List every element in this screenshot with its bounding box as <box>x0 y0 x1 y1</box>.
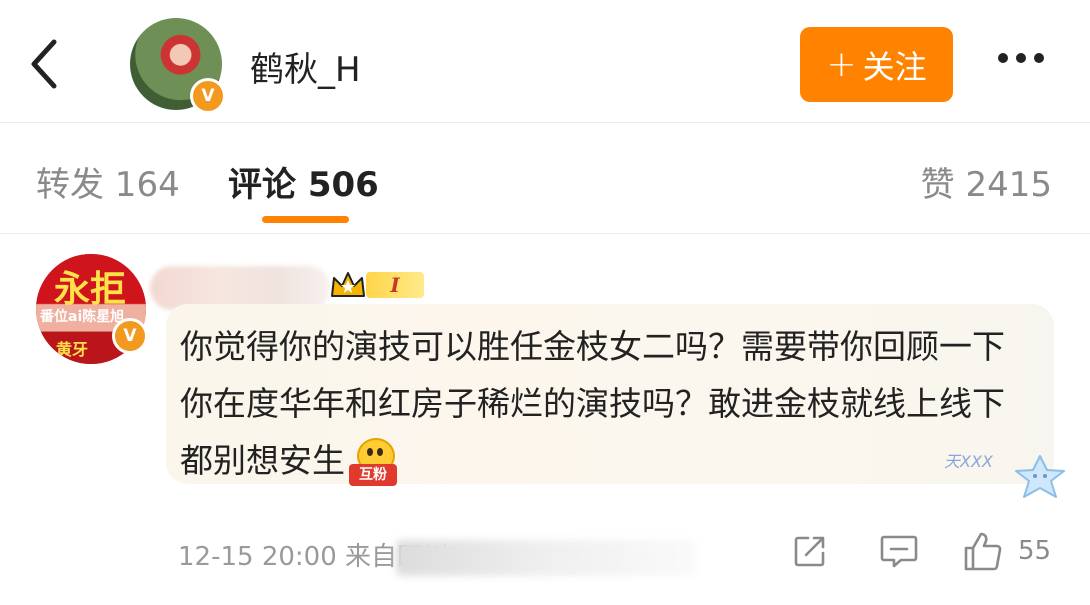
user-avatar[interactable]: V <box>130 18 226 114</box>
header-bar: V 鹤秋_H + 关注 <box>0 0 1090 123</box>
follow-button[interactable]: + 关注 <box>800 27 953 102</box>
comment-text-body: 你觉得你的演技可以胜任金枝女二吗？需要带你回顾一下你在度华年和红房子稀烂的演技吗… <box>180 327 1005 480</box>
chevron-left-icon <box>31 39 57 89</box>
avatar-text-line1: 永拒 <box>54 269 127 310</box>
share-icon <box>794 536 825 567</box>
tab-comments[interactable]: 评论 506 <box>228 157 379 206</box>
plus-icon: + <box>826 44 857 85</box>
comment-icon <box>880 535 918 568</box>
active-tab-indicator <box>262 216 349 223</box>
crown-icon <box>331 272 365 297</box>
tab-bar: 转发 164 评论 506 赞 2415 <box>0 123 1090 234</box>
level-badge: I <box>366 272 424 298</box>
meta-blurred-region <box>396 540 696 576</box>
thumbs-up-icon <box>964 532 1002 571</box>
emoji-eye <box>367 447 373 456</box>
comment-text: 你觉得你的演技可以胜任金枝女二吗？需要带你回顾一下你在度华年和红房子稀烂的演技吗… <box>180 318 1030 489</box>
share-button[interactable] <box>793 534 827 568</box>
more-dot <box>1016 53 1026 63</box>
verified-badge: V <box>112 318 148 354</box>
avatar-text-line3: 黄牙 <box>56 340 89 359</box>
star-decoration-icon <box>1015 455 1065 498</box>
commenter-avatar[interactable]: 永拒 番位ai陈星旭 黄牙 V <box>36 254 148 364</box>
emoji-eye <box>377 447 383 456</box>
more-dot <box>1034 53 1044 63</box>
like-count: 55 <box>1018 536 1052 566</box>
more-button[interactable] <box>998 48 1058 78</box>
reply-button[interactable] <box>880 534 918 568</box>
emoji-label: 互粉 <box>349 463 397 486</box>
more-dot <box>998 53 1008 63</box>
tab-repost[interactable]: 转发 164 <box>36 157 180 206</box>
back-button[interactable] <box>22 34 70 94</box>
comment-item: 永拒 番位ai陈星旭 黄牙 V I 你觉得你的演技可以胜任金枝女二吗？需要带你回… <box>0 234 1090 605</box>
tab-likes[interactable]: 赞 2415 <box>921 157 1052 206</box>
hufen-emoji-icon: 互粉 <box>349 437 399 488</box>
username[interactable]: 鹤秋_H <box>250 42 361 91</box>
bubble-watermark: 天XXX <box>944 452 993 471</box>
like-button[interactable] <box>962 530 1004 572</box>
avatar-text-line2: 番位ai陈星旭 <box>40 309 125 325</box>
verified-badge: V <box>190 78 226 114</box>
follow-label: 关注 <box>862 47 927 86</box>
